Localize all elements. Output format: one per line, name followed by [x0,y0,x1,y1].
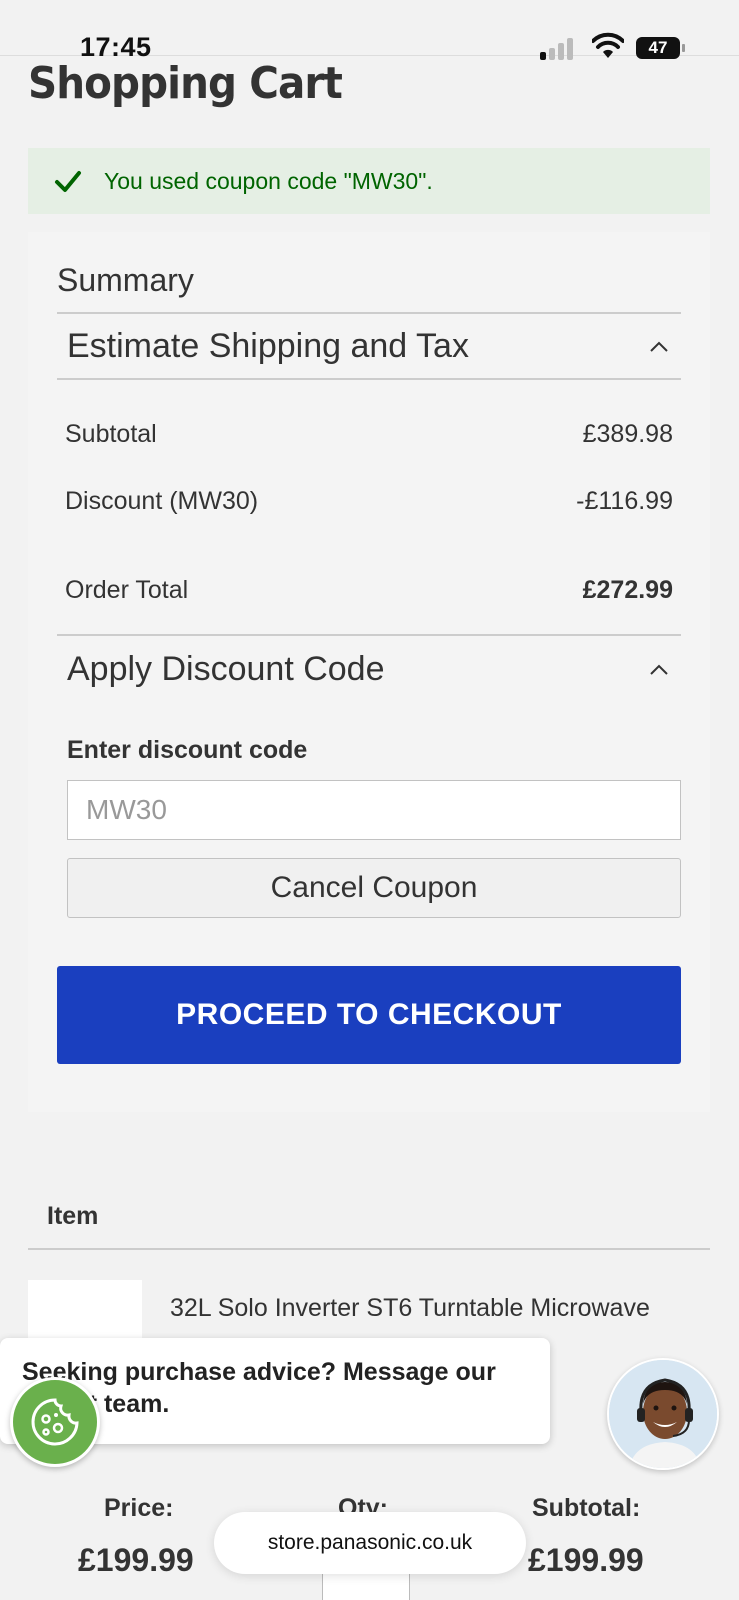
battery-icon: 47 [636,37,680,59]
order-total-label: Order Total [65,576,189,604]
apply-discount-label: Apply Discount Code [67,649,385,688]
discount-row: Discount (MW30) -£116.99 [65,487,673,516]
estimate-shipping-label: Estimate Shipping and Tax [67,326,469,365]
cancel-coupon-button[interactable]: Cancel Coupon [67,858,681,918]
cart-summary: Summary Estimate Shipping and Tax Subtot… [28,232,710,1112]
cookie-settings-button[interactable] [10,1377,100,1467]
chevron-up-icon [650,664,668,675]
discount-code-input[interactable] [67,780,681,840]
product-name-link[interactable]: 32L Solo Inverter ST6 Turntable Microwav… [170,1290,710,1330]
discount-field-label: Enter discount code [67,736,308,764]
browser-address-bar[interactable]: store.panasonic.co.uk [214,1512,526,1574]
order-total-row: Order Total £272.99 [65,576,673,605]
cellular-signal-icon [540,38,580,60]
agent-avatar-icon [609,1360,717,1468]
item-price: £199.99 [78,1542,194,1578]
page-title: Shopping Cart [28,58,343,109]
discount-label: Discount (MW30) [65,487,259,515]
product-thumbnail[interactable] [28,1280,142,1340]
coupon-success-message: You used coupon code "MW30". [28,148,710,214]
subtotal-column-label: Subtotal: [532,1494,641,1522]
chevron-up-icon [650,341,668,352]
coupon-message-text: You used coupon code "MW30". [104,167,433,194]
apply-discount-toggle[interactable]: Apply Discount Code [57,634,681,702]
discount-value: -£116.99 [576,487,673,515]
item-column-header: Item [47,1202,99,1230]
summary-title: Summary [57,262,194,298]
order-total-value: £272.99 [582,576,673,604]
estimate-shipping-toggle[interactable]: Estimate Shipping and Tax [57,312,681,380]
wifi-icon [592,32,624,58]
subtotal-row: Subtotal £389.98 [65,420,673,449]
battery-tip [682,44,685,52]
support-agent-avatar[interactable] [607,1358,719,1470]
status-bar: 17:45 47 [0,0,739,62]
cookie-icon [31,1398,79,1446]
subtotal-value: £389.98 [582,420,673,448]
price-column-label: Price: [104,1494,174,1522]
item-divider [28,1248,710,1250]
checkmark-icon [55,171,81,192]
proceed-to-checkout-button[interactable]: PROCEED TO CHECKOUT [57,966,681,1064]
subtotal-label: Subtotal [65,420,157,448]
browser-url: store.panasonic.co.uk [267,1531,473,1554]
item-subtotal: £199.99 [528,1542,644,1578]
